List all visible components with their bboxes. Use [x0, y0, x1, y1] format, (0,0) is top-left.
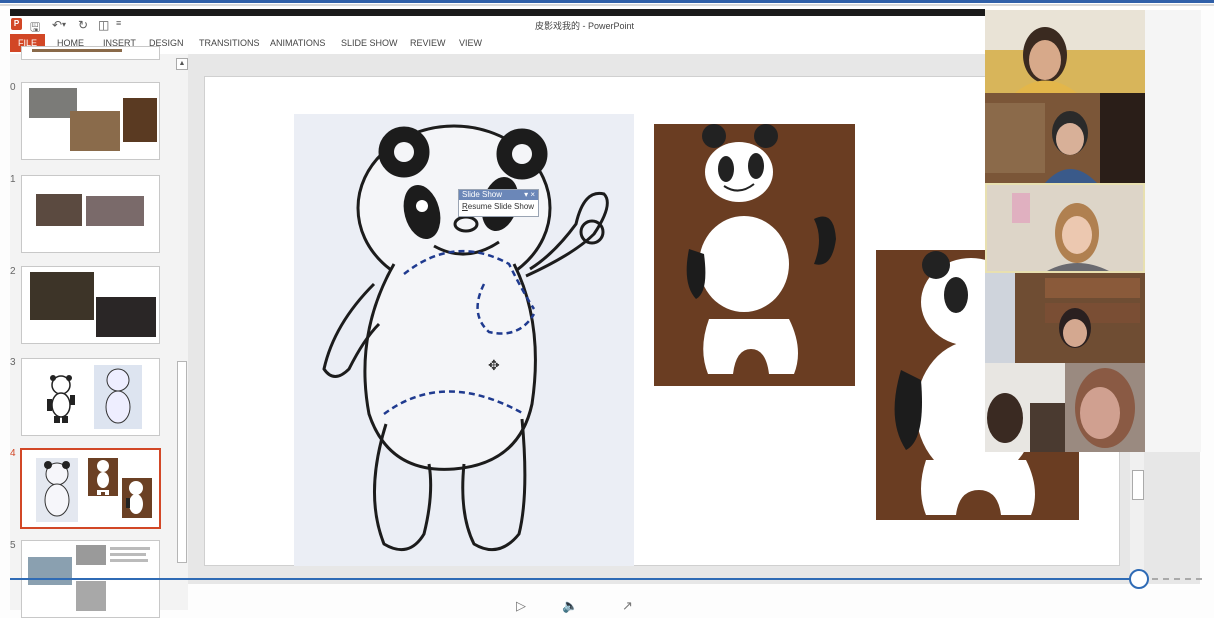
slide-thumbnail-partial[interactable] [21, 46, 160, 60]
tab-review[interactable]: REVIEW [410, 38, 446, 48]
start-slideshow-icon[interactable]: ◫ [98, 18, 109, 32]
powerpoint-logo-icon: P [11, 18, 22, 30]
slide-number: 0 [10, 82, 16, 93]
slide-thumbnail-1[interactable] [21, 175, 160, 253]
slide-thumbnail-panel: 0 1 2 3 4 5 ▲ [10, 46, 188, 618]
undo-icon[interactable]: ↶ [52, 18, 62, 32]
slide-show-menu-title: Slide Show [462, 190, 503, 199]
slide-scrollbar[interactable] [1130, 440, 1144, 585]
video-tile-1[interactable] [985, 10, 1145, 93]
quick-access-toolbar: P 🖫 ↶ ▾ ↻ ◫ ≡ 皮影戏我的 - PowerPoint [10, 16, 985, 34]
video-tile-2[interactable] [985, 93, 1145, 183]
close-icon[interactable]: ▾ × [524, 190, 535, 200]
video-progress-bar[interactable] [10, 578, 1140, 580]
resume-slide-show-item[interactable]: Resume Slide Show [459, 200, 538, 214]
slide-number: 2 [10, 266, 16, 277]
slide-number: 1 [10, 174, 16, 185]
tab-transitions[interactable]: TRANSITIONS [199, 38, 260, 48]
play-icon[interactable]: ▷ [516, 598, 526, 614]
current-slide[interactable]: ✥ Slide Show ▾ × Resume Slide Show [204, 76, 1120, 566]
window-title: 皮影戏我的 - PowerPoint [535, 21, 635, 31]
undo-dropdown-icon[interactable]: ▾ [62, 20, 66, 29]
thumbnail-scrollbar[interactable]: ▲ [176, 56, 188, 563]
tab-animations[interactable]: ANIMATIONS [270, 38, 325, 48]
window-top-bar [10, 9, 985, 16]
video-tile-4[interactable] [985, 273, 1145, 363]
slide-number-selected: 4 [10, 448, 16, 459]
panda-drawing-image[interactable] [294, 114, 634, 566]
video-tile-3-active-speaker[interactable] [985, 183, 1145, 273]
slide-scrollbar-thumb[interactable] [1132, 470, 1144, 500]
volume-icon[interactable]: 🔈 [562, 598, 578, 614]
slide-show-floating-menu: Slide Show ▾ × Resume Slide Show [458, 189, 539, 217]
tab-view[interactable]: VIEW [459, 38, 482, 48]
video-sidebar-background [1145, 10, 1201, 452]
slide-thumbnail-4-selected[interactable] [20, 448, 161, 529]
customize-toolbar-icon[interactable]: ≡ [116, 18, 121, 28]
slide-thumbnail-0[interactable] [21, 82, 160, 160]
slide-number: 3 [10, 357, 16, 368]
slide-show-menu-header[interactable]: Slide Show ▾ × [459, 190, 538, 200]
top-divider [0, 4, 1214, 6]
tab-slide-show[interactable]: SLIDE SHOW [341, 38, 398, 48]
top-accent-line [0, 0, 1214, 3]
move-cursor-icon: ✥ [488, 357, 500, 373]
scroll-up-icon[interactable]: ▲ [176, 58, 188, 70]
expand-icon[interactable]: ↗ [622, 598, 633, 614]
scrollbar-thumb[interactable] [177, 361, 187, 563]
video-progress-remaining [1152, 578, 1202, 580]
video-tile-5[interactable] [985, 363, 1145, 452]
slide-thumbnail-2[interactable] [21, 266, 160, 344]
progress-knob[interactable] [1129, 569, 1149, 589]
slide-thumbnail-3[interactable] [21, 358, 160, 436]
slide-number: 5 [10, 540, 16, 551]
panda-cutout-photo-1[interactable] [654, 124, 855, 386]
redo-icon[interactable]: ↻ [78, 18, 88, 32]
